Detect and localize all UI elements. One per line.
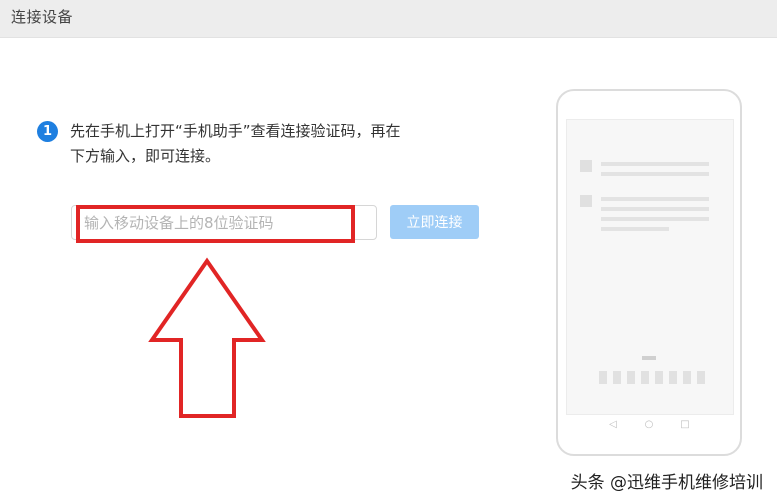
phone-nav-bar: ◁ ○ □: [558, 419, 740, 437]
code-cell-placeholder: [641, 371, 649, 384]
code-cell-placeholder: [683, 371, 691, 384]
placeholder-line: [601, 172, 709, 176]
phone-illustration: ◁ ○ □: [556, 89, 742, 456]
code-cell-placeholder: [627, 371, 635, 384]
placeholder-line: [601, 162, 709, 166]
placeholder-square: [580, 160, 592, 172]
placeholder-line: [601, 217, 709, 221]
placeholder-line: [601, 207, 709, 211]
phone-screen: [566, 119, 734, 415]
window-title: 连接设备: [11, 8, 74, 26]
code-cell-placeholder: [655, 371, 663, 384]
placeholder-line: [601, 197, 709, 201]
code-cell-placeholder: [669, 371, 677, 384]
up-arrow-icon: [148, 257, 266, 418]
step-number-badge: 1: [37, 121, 58, 142]
step-instruction: 先在手机上打开“手机助手”查看连接验证码，再在 下方输入，即可连接。: [70, 119, 490, 169]
code-cell-placeholder: [613, 371, 621, 384]
code-cell-placeholder: [599, 371, 607, 384]
placeholder-dash: [642, 356, 656, 360]
verification-code-input[interactable]: [71, 205, 377, 240]
window-titlebar: 连接设备: [0, 0, 777, 38]
watermark: 头条 @迅维手机维修培训: [570, 473, 763, 493]
instruction-line-2: 下方输入，即可连接。: [70, 147, 221, 165]
instruction-line-1: 先在手机上打开“手机助手”查看连接验证码，再在: [70, 122, 401, 140]
recent-apps-icon: □: [680, 419, 690, 430]
back-icon: ◁: [609, 419, 617, 430]
home-icon: ○: [644, 419, 654, 430]
placeholder-line: [601, 227, 669, 231]
placeholder-square: [580, 195, 592, 207]
connect-now-button[interactable]: 立即连接: [390, 205, 479, 239]
code-cell-placeholder: [697, 371, 705, 384]
